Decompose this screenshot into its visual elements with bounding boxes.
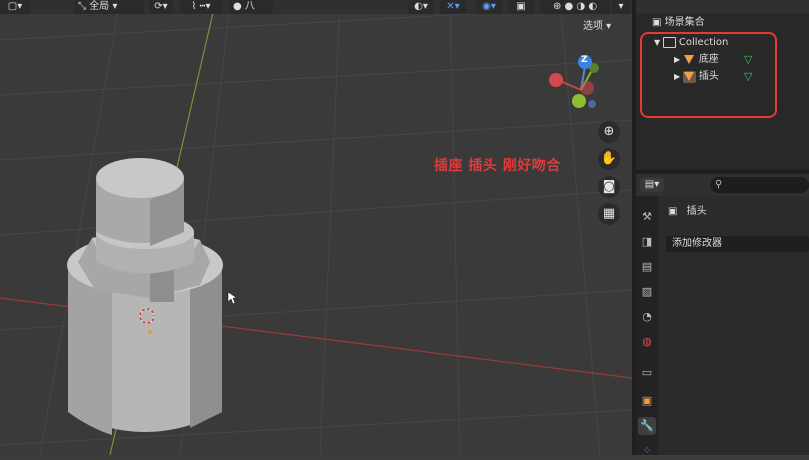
- object-square-icon: ▣: [668, 206, 681, 217]
- gizmo-z-label: Z: [581, 55, 588, 65]
- orientation-icon: ⤡: [78, 1, 90, 12]
- transform-orientation-dropdown[interactable]: ⤡ 全局 ▾: [74, 0, 144, 14]
- navigation-gizmo[interactable]: Z: [540, 48, 612, 120]
- properties-search-input[interactable]: ⚲: [710, 177, 809, 193]
- object-name-label: 插头: [686, 206, 707, 217]
- render-tab-icon[interactable]: ◨: [638, 233, 656, 251]
- snap-toggle-button[interactable]: ⌇ ┅▾: [180, 0, 222, 14]
- chevron-down-icon: ▾: [109, 1, 118, 12]
- hand-icon[interactable]: ✋: [598, 148, 620, 170]
- object-tab-icon[interactable]: ▣: [638, 392, 656, 410]
- particles-tab-icon[interactable]: ⁘: [638, 442, 656, 460]
- scene-collection-label: 场景集合: [664, 17, 705, 28]
- gizmo-toggle-button[interactable]: ✕▾: [440, 0, 466, 14]
- proportional-edit-button[interactable]: ● 八: [229, 0, 273, 14]
- properties-panel[interactable]: ▤▾ ⚲ ⚒ ◨ ▤ ▨ ◔ ◍ ▭ ▣ 🔧 ⁘ ▣ 插头 添加修改器: [636, 174, 809, 457]
- annotation-text: 插座 插头 刚好吻合: [434, 158, 561, 174]
- world-tab-icon[interactable]: ◍: [638, 333, 656, 351]
- outliner-topbar: [636, 0, 809, 14]
- camera-icon[interactable]: ◙: [598, 176, 620, 198]
- editor-type-button[interactable]: ▤▾: [640, 178, 664, 192]
- scene-tab-icon[interactable]: ◔: [638, 308, 656, 326]
- modifier-tab-icon[interactable]: 🔧: [638, 417, 656, 435]
- proportional-edit-icon: ●: [233, 1, 245, 12]
- add-modifier-button[interactable]: 添加修改器: [666, 236, 809, 252]
- output-tab-icon[interactable]: ▤: [638, 258, 656, 276]
- tool-tab-icon[interactable]: ⚒: [638, 208, 656, 226]
- options-dropdown[interactable]: 选项 ▾: [583, 19, 623, 35]
- shading-mode-buttons[interactable]: ⊕ ● ◑ ◐: [540, 0, 610, 14]
- editor-type-button[interactable]: ▢▾: [0, 0, 30, 14]
- mouse-cursor: [227, 291, 238, 305]
- xray-toggle-button[interactable]: ▣: [508, 0, 534, 14]
- collection-tab-icon[interactable]: ▭: [638, 364, 656, 382]
- view-layer-tab-icon[interactable]: ▨: [638, 283, 656, 301]
- object-name-row: ▣ 插头: [668, 205, 707, 219]
- visibility-dropdown[interactable]: ◐▾: [408, 0, 434, 14]
- falloff-label: 八: [244, 1, 255, 12]
- pivot-point-button[interactable]: ⟳▾: [149, 0, 173, 14]
- shading-options-button[interactable]: ▾: [612, 0, 630, 14]
- grid-icon[interactable]: ▦: [598, 203, 620, 225]
- viewport-scene: [0, 0, 632, 455]
- plug-model[interactable]: [78, 158, 210, 302]
- scene-collection-row[interactable]: ▣ 场景集合: [636, 14, 809, 31]
- orientation-label: 全局: [89, 1, 110, 12]
- chevron-down-icon: ▾: [603, 21, 612, 32]
- options-label: 选项: [583, 21, 603, 32]
- properties-tabs: ⚒ ◨ ▤ ▨ ◔ ◍ ▭ ▣ 🔧 ⁘: [636, 196, 658, 457]
- 3d-viewport[interactable]: ▢▾ ⤡ 全局 ▾ ⟳▾ ⌇ ┅▾ ● 八 ◐▾ ✕▾ ◉▾ ▣ ⊕ ● ◑ ◐…: [0, 0, 632, 455]
- scene-collection-icon: ▣: [652, 17, 665, 28]
- search-icon: ⚲: [715, 179, 723, 190]
- zoom-icon[interactable]: ⊕: [598, 121, 620, 143]
- highlight-box: [640, 32, 777, 118]
- overlay-toggle-button[interactable]: ◉▾: [476, 0, 502, 14]
